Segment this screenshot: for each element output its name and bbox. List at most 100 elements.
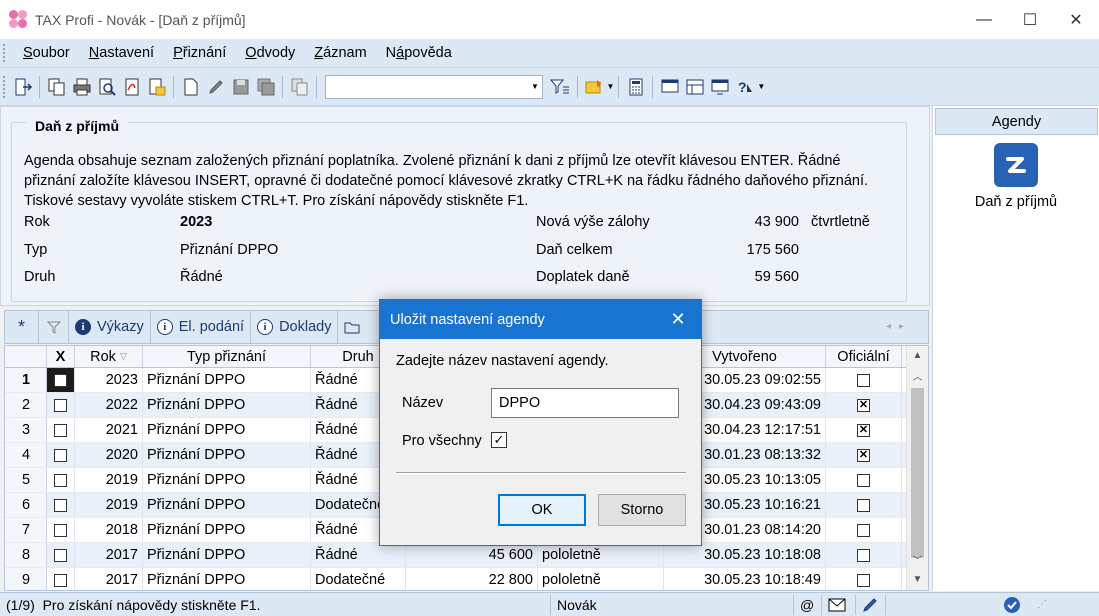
copy-icon[interactable] (46, 76, 68, 98)
official-checkbox[interactable] (857, 423, 870, 437)
tab-doklady[interactable]: i Doklady (251, 311, 339, 343)
menu-odvody[interactable]: Odvody (245, 45, 295, 61)
layout-icon[interactable] (684, 76, 706, 98)
scroll-down-icon[interactable]: ▼ (907, 570, 928, 588)
cell-oficialni[interactable] (826, 543, 902, 567)
checkbox-icon[interactable] (54, 373, 67, 387)
tax-agenda-icon[interactable] (994, 143, 1038, 187)
duplicate-icon[interactable] (289, 76, 311, 98)
cell-oficialni[interactable] (826, 518, 902, 542)
help-dropdown-icon[interactable]: ▼ (757, 82, 765, 91)
window-icon[interactable] (659, 76, 681, 98)
cell-oficialni[interactable] (826, 393, 902, 417)
edit-icon[interactable] (205, 76, 227, 98)
checkbox-icon[interactable] (54, 448, 67, 462)
checkbox-icon[interactable] (54, 573, 67, 587)
header-rok[interactable]: Rok ▽ (75, 346, 143, 367)
exit-icon[interactable] (12, 76, 34, 98)
scroll-page-down-icon[interactable]: ﹀ (907, 550, 928, 568)
agendy-item-label[interactable]: Daň z příjmů (933, 194, 1099, 210)
mail-icon[interactable] (822, 594, 856, 615)
cell-oficialni[interactable] (826, 443, 902, 467)
scroll-page-up-icon[interactable]: ︿ (907, 366, 928, 384)
row-select-checkbox[interactable] (47, 543, 75, 567)
filter-tab-icon[interactable] (39, 311, 69, 343)
row-select-checkbox[interactable] (47, 493, 75, 517)
filter-icon[interactable] (549, 76, 571, 98)
row-select-checkbox[interactable] (47, 568, 75, 590)
for-all-checkbox[interactable]: ✓ (491, 432, 507, 448)
table-row[interactable]: 9 2017 Přiznání DPPO Dodatečné 22 800 pololet… (5, 568, 928, 590)
agendy-header[interactable]: Agendy (935, 108, 1098, 135)
export-icon[interactable] (146, 76, 168, 98)
dialog-close-icon[interactable]: ✕ (655, 300, 701, 339)
minimize-button[interactable]: — (961, 0, 1007, 39)
row-select-checkbox[interactable] (47, 443, 75, 467)
cell-oficialni[interactable] (826, 493, 902, 517)
tab-folder[interactable] (338, 311, 366, 343)
menu-zaznam[interactable]: Záznam (314, 45, 366, 61)
scroll-up-icon[interactable]: ▲ (907, 346, 928, 364)
header-select[interactable]: X (47, 346, 75, 367)
official-checkbox[interactable] (857, 373, 870, 387)
official-checkbox[interactable] (857, 498, 870, 512)
print-icon[interactable] (71, 76, 93, 98)
cell-oficialni[interactable] (826, 568, 902, 590)
resize-grip-icon[interactable]: ⋰ (1037, 599, 1047, 610)
new-icon[interactable] (180, 76, 202, 98)
checkbox-icon[interactable] (54, 548, 67, 562)
row-select-checkbox[interactable] (47, 393, 75, 417)
cell-oficialni[interactable] (826, 418, 902, 442)
email-at-icon[interactable]: @ (794, 594, 822, 615)
cancel-button[interactable]: Storno (598, 494, 686, 526)
checkbox-icon[interactable] (54, 423, 67, 437)
checkbox-icon[interactable] (54, 498, 67, 512)
row-select-checkbox[interactable] (47, 418, 75, 442)
header-typ[interactable]: Typ přiznání (143, 346, 311, 367)
checkbox-icon[interactable] (54, 523, 67, 537)
agenda-settings-combo[interactable]: ▼ (325, 74, 543, 99)
checkbox-icon[interactable] (54, 398, 67, 412)
tab-all[interactable]: * (5, 311, 39, 343)
signature-icon[interactable] (856, 594, 886, 615)
combo-dropdown-icon[interactable]: ▼ (528, 76, 542, 98)
preview-icon[interactable] (96, 76, 118, 98)
cell-oficialni[interactable] (826, 368, 902, 392)
tab-scroll-arrows[interactable]: ◂▸ (886, 321, 912, 332)
menu-soubor[interactable]: Soubor (23, 45, 70, 61)
checkbox-icon[interactable] (54, 473, 67, 487)
menu-grip[interactable] (3, 44, 6, 62)
menu-nastaveni[interactable]: Nastavení (89, 45, 154, 61)
row-select-checkbox[interactable] (47, 368, 75, 392)
tab-el-podani[interactable]: i El. podání (151, 311, 252, 343)
favorites-icon[interactable] (583, 76, 605, 98)
scroll-thumb[interactable] (911, 388, 924, 558)
help-icon[interactable]: ? (734, 76, 756, 98)
cell-oficialni[interactable] (826, 468, 902, 492)
official-checkbox[interactable] (857, 473, 870, 487)
save-all-icon[interactable] (255, 76, 277, 98)
tab-vykazy[interactable]: i Výkazy (69, 311, 151, 343)
maximize-button[interactable]: ☐ (1007, 0, 1053, 39)
menu-napoveda[interactable]: Nápověda (386, 45, 452, 61)
save-icon[interactable] (230, 76, 252, 98)
toolbar-grip[interactable] (3, 75, 6, 98)
official-checkbox[interactable] (857, 448, 870, 462)
official-checkbox[interactable] (857, 523, 870, 537)
calculator-icon[interactable] (625, 76, 647, 98)
close-button[interactable]: ✕ (1053, 0, 1099, 39)
menu-priznani[interactable]: Přiznání (173, 45, 226, 61)
header-oficialni[interactable]: Oficiální (826, 346, 902, 367)
favorites-dropdown-icon[interactable]: ▼ (607, 82, 615, 91)
pdf-icon[interactable] (121, 76, 143, 98)
official-checkbox[interactable] (857, 573, 870, 587)
table-scrollbar[interactable]: ▲ ︿ ﹀ ▼ (906, 346, 928, 590)
row-select-checkbox[interactable] (47, 468, 75, 492)
screen-icon[interactable] (709, 76, 731, 98)
ok-button[interactable]: OK (498, 494, 586, 526)
name-input[interactable] (491, 388, 679, 418)
sync-ok-icon[interactable] (886, 595, 1027, 615)
official-checkbox[interactable] (857, 548, 870, 562)
row-select-checkbox[interactable] (47, 518, 75, 542)
table-row[interactable]: 8 2017 Přiznání DPPO Řádné 45 600 pololetně 30… (5, 543, 928, 568)
